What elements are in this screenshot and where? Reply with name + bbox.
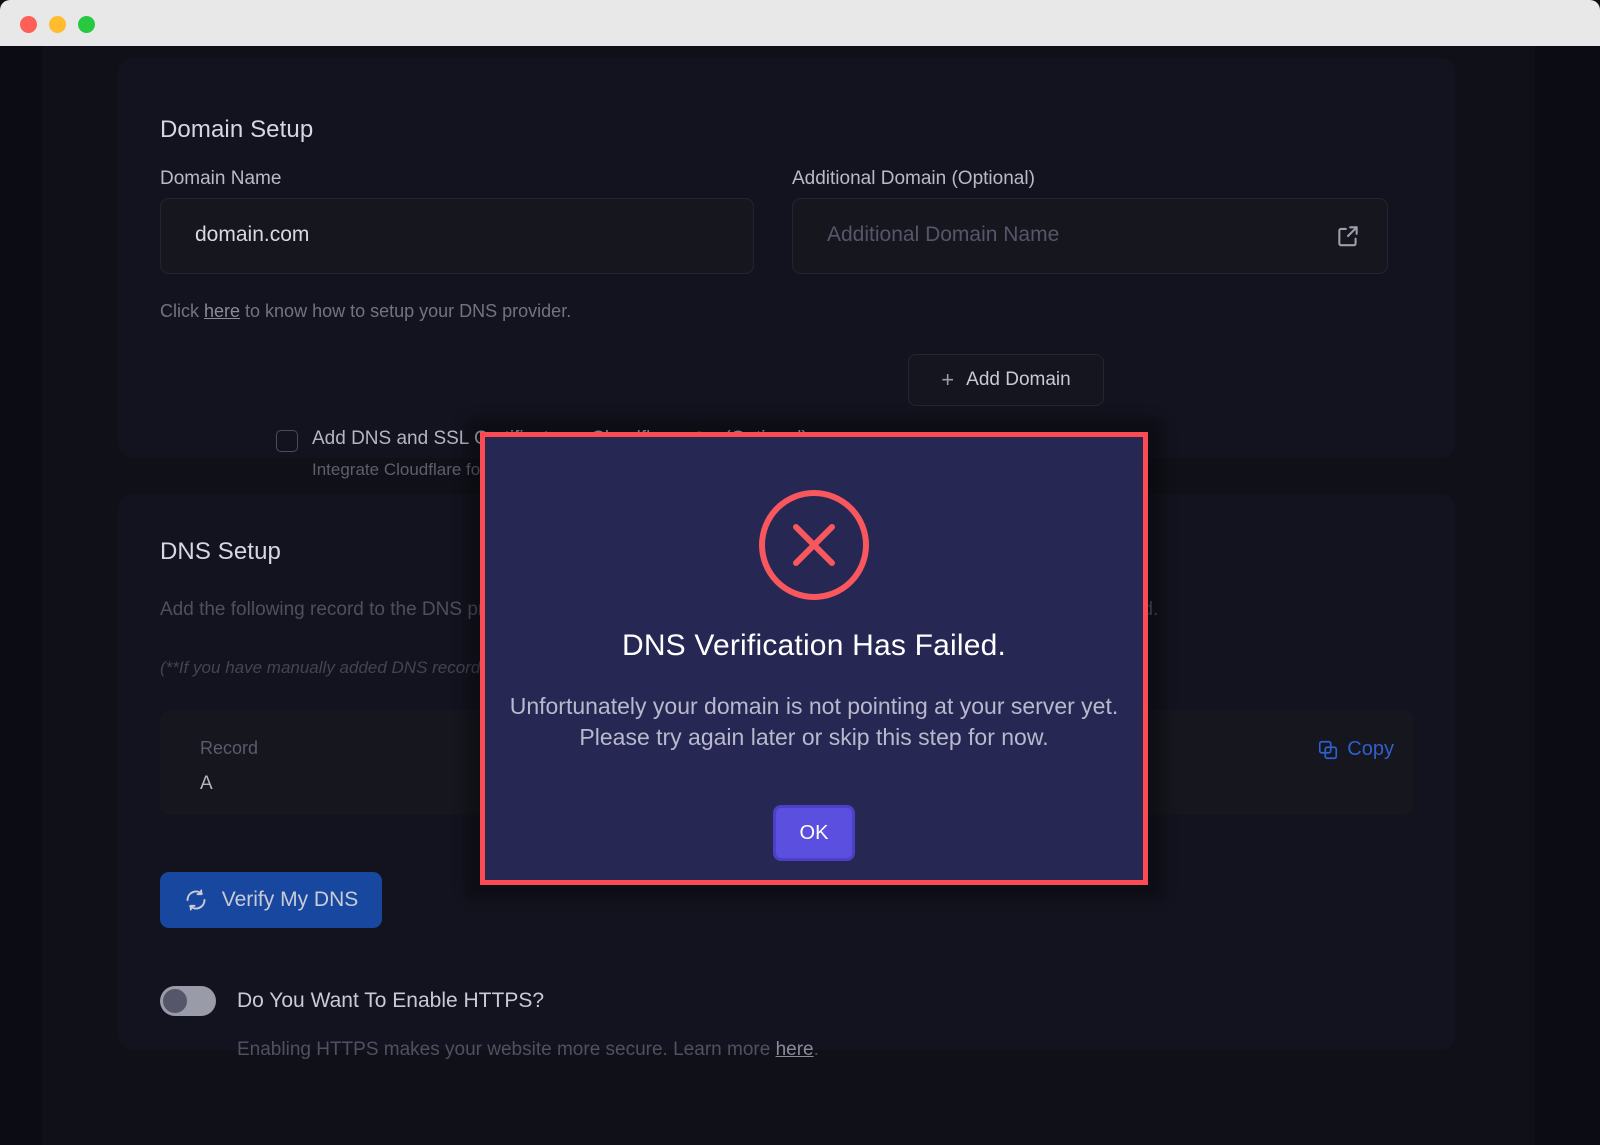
https-toggle-knob [163, 989, 187, 1013]
dns-verification-failed-modal: DNS Verification Has Failed. Unfortunate… [480, 432, 1148, 885]
dns-setup-title: DNS Setup [160, 538, 281, 566]
traffic-lights [20, 16, 95, 33]
copy-record-button[interactable]: Copy [1317, 738, 1394, 761]
domain-setup-title: Domain Setup [160, 116, 313, 144]
app-window: Domain Setup Domain Name domain.com Clic… [0, 0, 1600, 1145]
copy-label: Copy [1347, 738, 1394, 761]
https-toggle-sub-label: Enabling HTTPS makes your website more s… [237, 1039, 819, 1061]
dns-provider-hint-suffix: to know how to setup your DNS provider. [240, 301, 571, 321]
https-toggle[interactable] [160, 986, 216, 1016]
window-titlebar [0, 0, 1600, 46]
record-type-column: Record A [200, 738, 258, 795]
add-domain-button[interactable]: + Add Domain [908, 354, 1104, 406]
refresh-icon [184, 888, 208, 912]
record-type-value: A [200, 773, 258, 795]
maximize-window-button[interactable] [78, 16, 95, 33]
https-sub-link[interactable]: here [776, 1039, 814, 1060]
error-circle-x-icon [758, 489, 870, 601]
close-window-button[interactable] [20, 16, 37, 33]
verify-my-dns-button[interactable]: Verify My DNS [160, 872, 382, 928]
dns-provider-hint-prefix: Click [160, 301, 204, 321]
domain-name-value: domain.com [195, 223, 309, 247]
modal-ok-label: OK [800, 822, 829, 845]
external-link-icon[interactable] [1335, 223, 1361, 249]
domain-name-label: Domain Name [160, 168, 281, 190]
modal-message: Unfortunately your domain is not pointin… [509, 691, 1119, 753]
additional-domain-placeholder: Additional Domain Name [827, 223, 1059, 247]
modal-ok-button[interactable]: OK [773, 805, 855, 861]
main-content: Domain Setup Domain Name domain.com Clic… [42, 46, 1535, 1145]
https-sub-prefix: Enabling HTTPS makes your website more s… [237, 1039, 776, 1060]
additional-domain-input[interactable]: Additional Domain Name [792, 198, 1388, 274]
domain-name-input[interactable]: domain.com [160, 198, 754, 274]
copy-icon [1317, 739, 1339, 761]
app-body: Domain Setup Domain Name domain.com Clic… [0, 46, 1600, 1145]
https-toggle-label: Do You Want To Enable HTTPS? [237, 989, 544, 1013]
record-type-header: Record [200, 738, 258, 759]
cloudflare-checkbox[interactable] [276, 430, 298, 452]
verify-my-dns-label: Verify My DNS [222, 888, 359, 912]
plus-icon: + [941, 369, 954, 391]
minimize-window-button[interactable] [49, 16, 66, 33]
dns-provider-hint: Click here to know how to setup your DNS… [160, 301, 571, 322]
dns-provider-hint-link[interactable]: here [204, 301, 240, 321]
add-domain-label: Add Domain [966, 369, 1071, 391]
left-rail [0, 46, 42, 1145]
modal-title: DNS Verification Has Failed. [485, 629, 1143, 663]
additional-domain-label: Additional Domain (Optional) [792, 168, 1035, 190]
domain-setup-card: Domain Setup Domain Name domain.com Clic… [118, 58, 1455, 458]
right-rail [1535, 46, 1600, 1145]
https-sub-suffix: . [814, 1039, 819, 1060]
